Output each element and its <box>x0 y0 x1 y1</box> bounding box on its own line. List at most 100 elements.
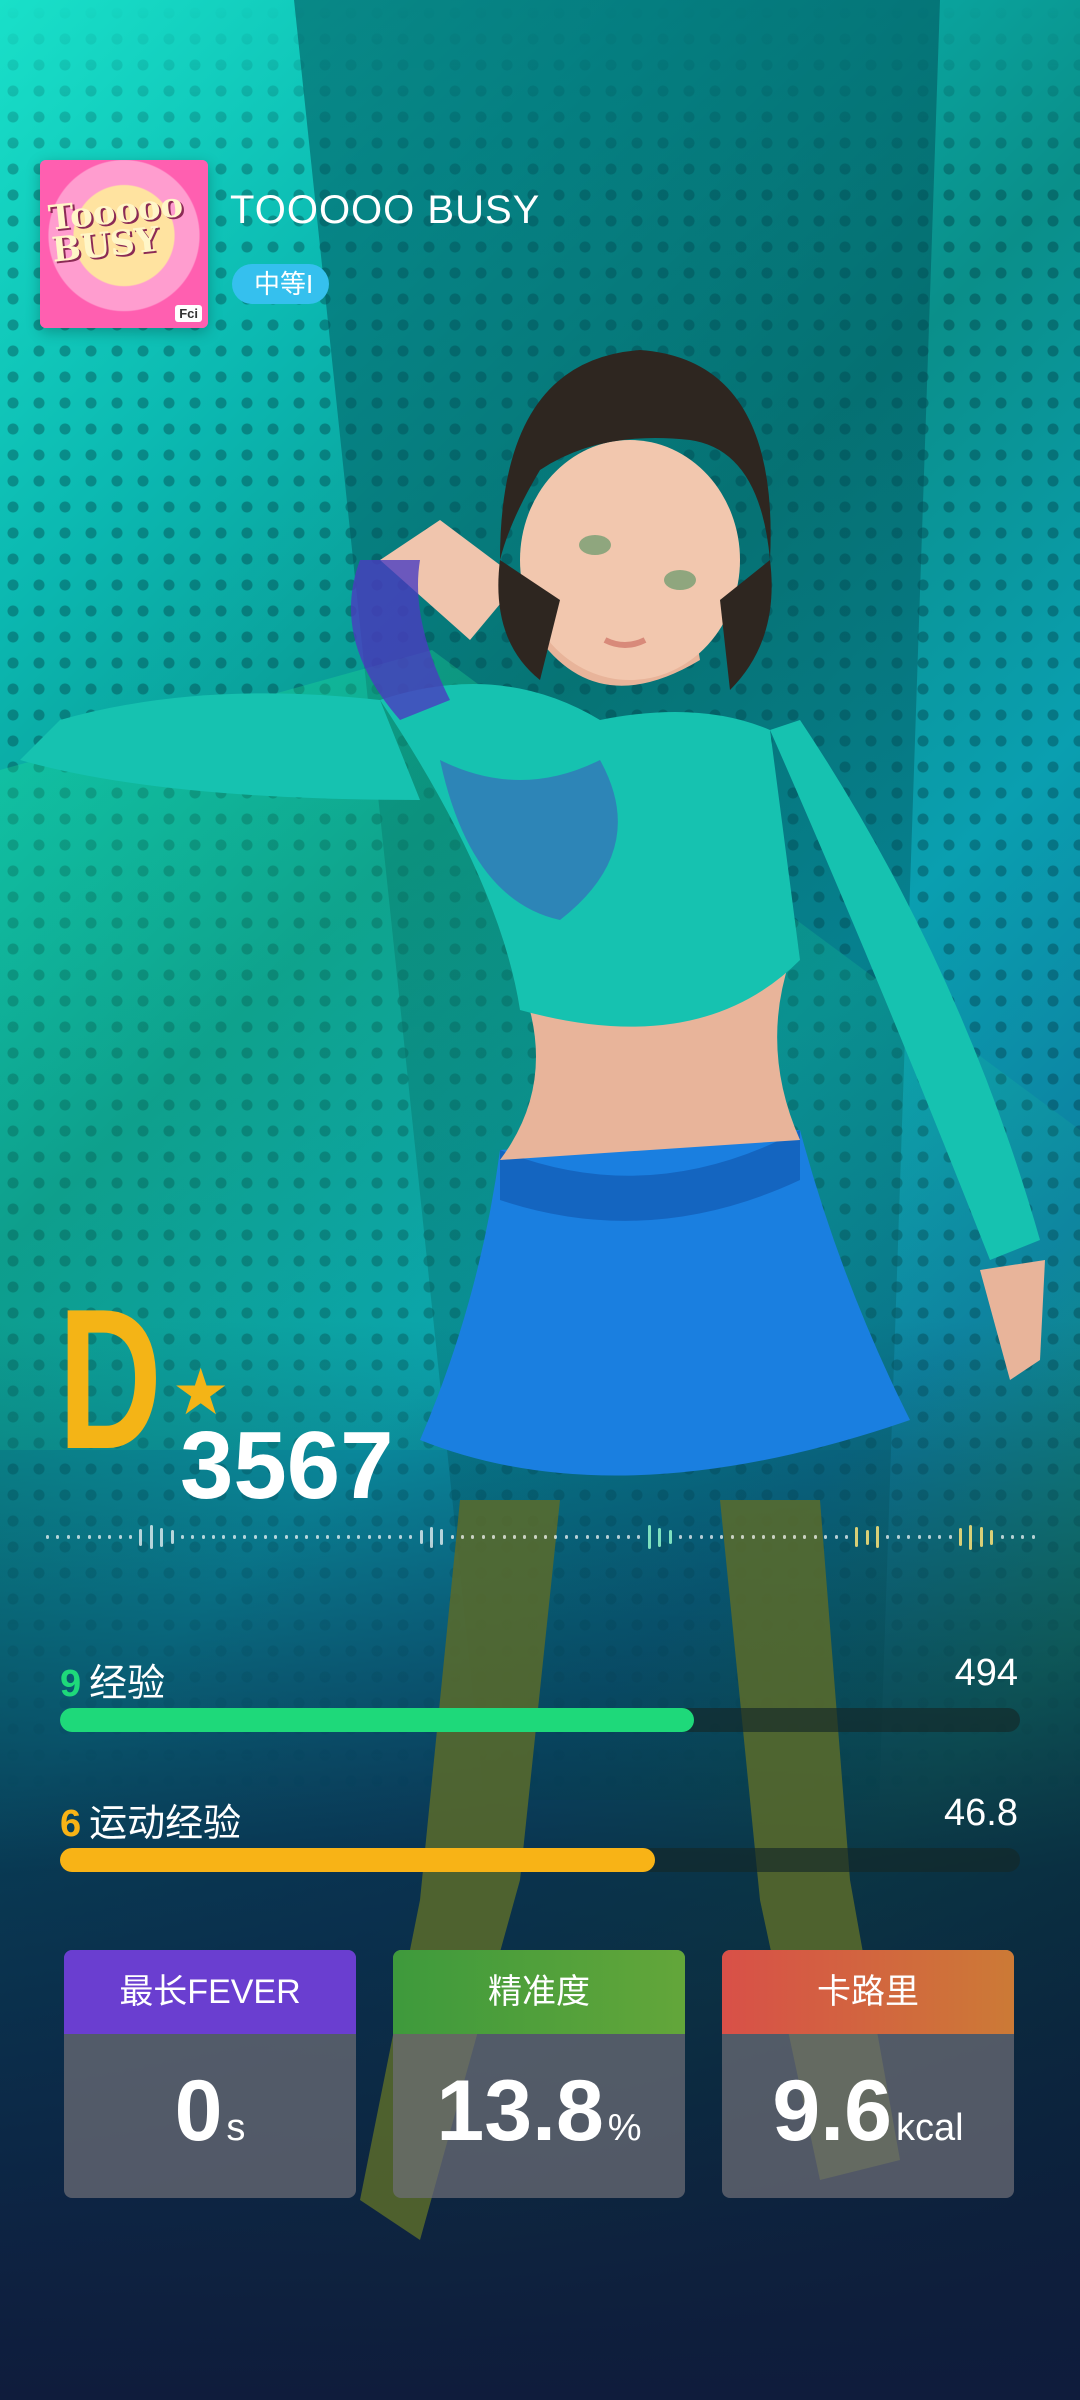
wave-bar <box>938 1535 942 1539</box>
wave-bar <box>471 1535 475 1539</box>
wave-bar <box>720 1535 724 1539</box>
wave-bar <box>108 1535 112 1539</box>
wave-bar <box>388 1535 392 1539</box>
wave-bar <box>263 1535 267 1539</box>
wave-bar <box>844 1535 848 1539</box>
wave-bar <box>56 1535 60 1539</box>
difficulty-badge: 中等I <box>232 264 330 304</box>
sport-exp-progress-fill <box>60 1848 656 1872</box>
wave-bar <box>907 1535 911 1539</box>
stat-card-calories: 卡路里 9.6 kcal <box>722 1950 1014 2198</box>
wave-bar <box>77 1535 81 1539</box>
wave-bar <box>793 1535 796 1539</box>
wave-bar <box>346 1535 350 1539</box>
wave-bar <box>616 1535 620 1539</box>
song-cover-image: Tooooo BUSY Fci <box>40 160 208 328</box>
wave-bar <box>658 1527 662 1547</box>
stat-card-fever-unit: s <box>226 2107 246 2149</box>
wave-bar <box>699 1535 703 1539</box>
wave-bar <box>927 1535 931 1539</box>
wave-bar <box>253 1535 257 1539</box>
wave-bar <box>865 1529 869 1545</box>
wave-bar <box>1000 1535 1004 1539</box>
wave-bar <box>1010 1535 1014 1539</box>
wave-bar <box>533 1535 537 1539</box>
wave-bar <box>917 1535 921 1539</box>
wave-bar <box>979 1527 983 1547</box>
wave-bar <box>357 1535 361 1539</box>
wave-bar <box>461 1535 464 1539</box>
wave-bar <box>627 1535 630 1539</box>
wave-bar <box>450 1535 454 1539</box>
wave-bar <box>855 1527 859 1547</box>
sport-exp-value: 46.8 <box>944 1792 1018 1834</box>
wave-bar <box>492 1535 496 1539</box>
song-title: TOOOOO BUSY <box>230 188 541 232</box>
stat-card-calories-value: 9.6 <box>772 2063 892 2159</box>
wave-bar <box>1031 1535 1035 1539</box>
wave-bar <box>637 1535 641 1539</box>
wave-bar <box>97 1535 101 1539</box>
wave-bar <box>730 1535 734 1539</box>
wave-bar <box>824 1535 828 1539</box>
wave-bar <box>305 1535 309 1539</box>
wave-bar <box>834 1535 838 1539</box>
wave-bar <box>180 1535 184 1539</box>
wave-bar <box>429 1526 433 1548</box>
wave-bar <box>398 1535 402 1539</box>
wave-bar <box>66 1535 70 1539</box>
sport-exp-label: 运动经验 <box>89 1803 242 1845</box>
stat-card-fever-value: 0 <box>174 2063 223 2159</box>
audio-wave-divider <box>46 1512 1036 1562</box>
wave-bar <box>367 1535 371 1539</box>
wave-bar <box>990 1529 994 1545</box>
wave-bar <box>886 1535 890 1539</box>
wave-bar <box>678 1535 682 1539</box>
exp-progress-bar <box>60 1708 1020 1732</box>
wave-bar <box>170 1530 174 1544</box>
wave-bar <box>668 1530 672 1544</box>
wave-bar <box>575 1535 579 1539</box>
wave-bar <box>606 1535 610 1539</box>
wave-bar <box>139 1528 143 1546</box>
wave-bar <box>761 1535 765 1539</box>
stat-card-accuracy-unit: % <box>607 2107 642 2149</box>
wave-bar <box>232 1535 236 1539</box>
wave-bar <box>751 1535 755 1539</box>
wave-bar <box>243 1535 247 1539</box>
grade-letter: D <box>58 1268 162 1491</box>
wave-bar <box>948 1535 952 1539</box>
wave-bar <box>969 1524 973 1550</box>
exp-value: 494 <box>954 1652 1018 1694</box>
stat-card-accuracy: 精准度 13.8% <box>393 1950 685 2198</box>
wave-bar <box>523 1535 527 1539</box>
wave-bar <box>564 1535 568 1539</box>
wave-bar <box>326 1535 330 1539</box>
wave-bar <box>502 1535 506 1539</box>
wave-bar <box>512 1535 516 1539</box>
wave-bar <box>585 1535 589 1539</box>
wave-bar <box>118 1535 122 1539</box>
wave-bar <box>46 1535 49 1539</box>
wave-bar <box>191 1535 195 1539</box>
stat-card-accuracy-value: 13.8 <box>436 2063 604 2159</box>
exp-progress-fill <box>60 1708 694 1732</box>
stat-card-calories-unit: kcal <box>895 2107 964 2149</box>
wave-bar <box>378 1535 381 1539</box>
wave-bar <box>201 1535 205 1539</box>
exp-level: 9 <box>60 1663 82 1705</box>
wave-bar <box>149 1525 153 1549</box>
wave-bar <box>959 1528 962 1546</box>
stat-card-calories-label: 卡路里 <box>722 1950 1014 2034</box>
sport-exp-level: 6 <box>60 1803 82 1845</box>
wave-bar <box>803 1535 807 1539</box>
stat-card-accuracy-label: 精准度 <box>393 1950 685 2034</box>
wave-bar <box>409 1535 413 1539</box>
wave-bar <box>782 1535 786 1539</box>
wave-bar <box>876 1526 879 1548</box>
wave-bar <box>222 1535 226 1539</box>
exp-progress-row: 9 经验 494 <box>60 1652 1020 1732</box>
wave-bar <box>544 1535 547 1539</box>
stat-card-fever-label: 最长FEVER <box>64 1950 356 2034</box>
wave-bar <box>336 1535 340 1539</box>
